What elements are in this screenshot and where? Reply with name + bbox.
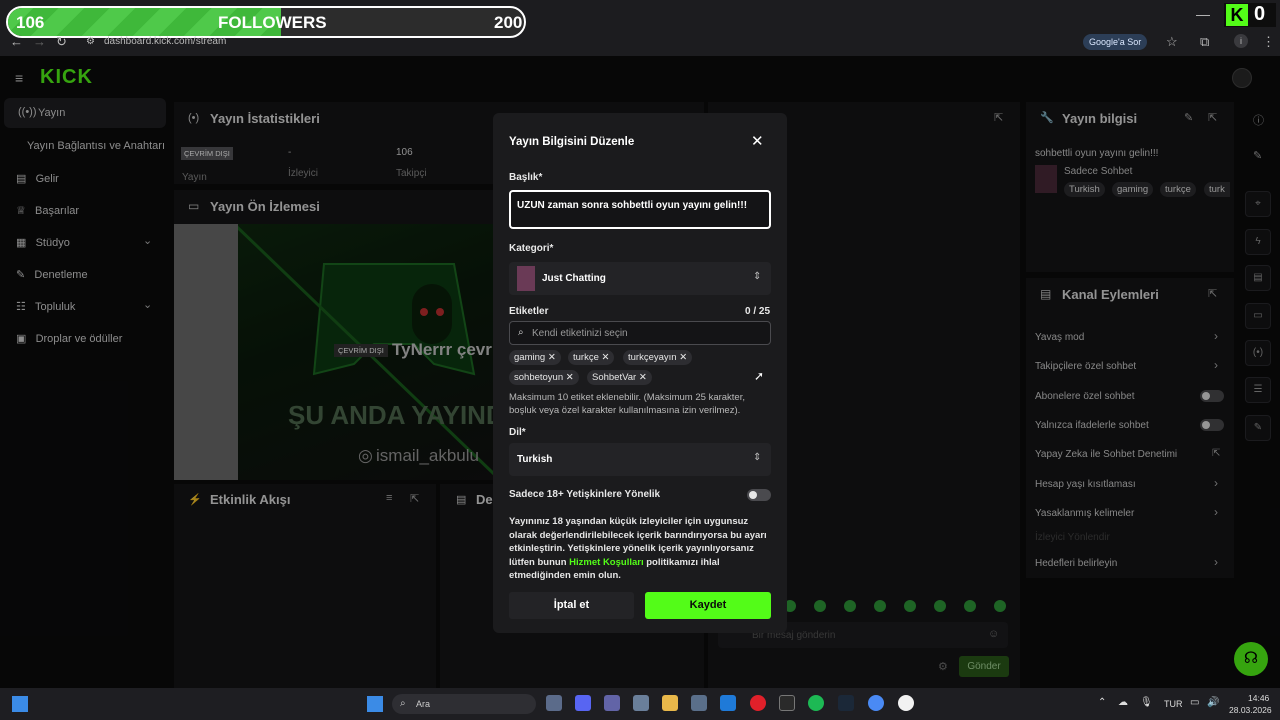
language-value: Turkish (517, 454, 553, 465)
teams-icon[interactable] (604, 695, 620, 711)
steam-icon[interactable] (838, 695, 854, 711)
adult-description: Yayınınız 18 yaşından küçük izleyiciler … (509, 515, 773, 583)
reload-icon[interactable]: ↻ (56, 34, 67, 50)
search-icon: ⌕ (518, 327, 524, 338)
taskbar-search[interactable]: ⌕ Ara (392, 694, 536, 714)
cancel-label: İptal et (553, 599, 590, 611)
task-view-icon[interactable] (546, 695, 562, 711)
chrome-icon[interactable] (868, 695, 884, 711)
category-field-label: Kategori* (509, 243, 554, 254)
tag-chip[interactable]: SohbetVar ✕ (587, 370, 652, 385)
mouse-cursor-icon: ➚ (754, 369, 765, 383)
bookmark-star-icon[interactable]: ☆ (1166, 34, 1178, 50)
updown-chevron-icon: ⇕ (753, 271, 762, 282)
discord-icon[interactable] (575, 695, 591, 711)
minimize-icon[interactable]: — (1196, 6, 1210, 22)
mail-icon[interactable] (720, 695, 736, 711)
windows-start-icon[interactable] (12, 696, 28, 712)
menu-dots-icon[interactable]: ⋮ (1262, 34, 1275, 50)
microphone-icon[interactable]: 🎙 (1140, 697, 1153, 708)
save-button[interactable]: Kaydet (645, 592, 771, 619)
network-icon[interactable]: ▭ (1190, 697, 1199, 708)
tag-chip[interactable]: gaming ✕ (509, 350, 561, 365)
tags-placeholder: Kendi etiketinizi seçin (532, 328, 628, 339)
extensions-icon[interactable]: ⧉ (1200, 34, 1209, 50)
cancel-button[interactable]: İptal et (509, 592, 634, 619)
tag-chip[interactable]: sohbetoyun ✕ (509, 370, 579, 385)
back-icon[interactable]: ← (10, 34, 23, 49)
site-info-icon[interactable]: ⚙ (86, 36, 95, 47)
category-select[interactable]: Just Chatting ⇕ (509, 262, 771, 295)
adult-toggle[interactable] (747, 489, 771, 501)
close-icon[interactable]: ✕ (751, 132, 764, 150)
adult-label: Sadece 18+ Yetişkinlere Yönelik (509, 489, 661, 500)
epic-games-icon[interactable] (779, 695, 795, 711)
modal-title: Yayın Bilgisini Düzenle (509, 136, 635, 148)
followers-label: FOLLOWERS (218, 13, 327, 32)
clock-date[interactable]: 28.03.2026 (1229, 705, 1272, 715)
volume-icon[interactable]: 🔊 (1207, 697, 1219, 708)
tags-hint: Maksimum 10 etiket eklenebilir. (Maksimu… (509, 392, 745, 416)
remove-tag-icon[interactable]: ✕ (679, 352, 687, 363)
tag-label: turkçe (573, 352, 599, 363)
obs-icon[interactable] (898, 695, 914, 711)
save-label: Kaydet (689, 599, 727, 611)
language-indicator[interactable]: TUR (1164, 699, 1183, 709)
file-explorer-icon[interactable] (662, 695, 678, 711)
tag-chip[interactable]: turkçe ✕ (568, 350, 615, 365)
tag-label: SohbetVar (592, 372, 637, 383)
followers-goal: 200 (494, 13, 523, 32)
tags-count: 0 / 25 (745, 306, 771, 317)
cloud-icon[interactable]: ☁ (1118, 697, 1128, 708)
profile-icon[interactable]: i (1234, 34, 1248, 48)
search-icon: ⌕ (400, 698, 406, 709)
kick-k-icon: K (1226, 4, 1248, 26)
tag-label: gaming (514, 352, 546, 363)
tray-chevron-icon[interactable]: ⌃ (1098, 697, 1106, 708)
windows-start-icon[interactable] (367, 696, 383, 712)
remove-tag-icon[interactable]: ✕ (602, 352, 610, 363)
forward-icon[interactable]: → (33, 34, 46, 49)
address-bar[interactable]: dashboard.kick.com/stream (104, 36, 226, 47)
category-thumbnail (517, 266, 535, 291)
updown-chevron-icon: ⇕ (753, 452, 762, 463)
opera-icon[interactable] (750, 695, 766, 711)
terms-link[interactable]: Hizmet Koşulları (569, 557, 643, 568)
tag-label: turkçeyayın (628, 352, 677, 363)
followers-goal-bar: 106 FOLLOWERS 200 (6, 6, 526, 38)
settings-icon[interactable] (633, 695, 649, 711)
toggle-knob (749, 491, 757, 499)
google-ask-label: Google'a Sor (1089, 37, 1142, 47)
category-value: Just Chatting (542, 273, 606, 284)
kick-badge-count: 0 (1254, 3, 1266, 25)
tags-field-label: Etiketler (509, 306, 549, 317)
tag-label: sohbetoyun (514, 372, 564, 383)
google-ask-button[interactable]: Google'a Sor (1083, 34, 1148, 50)
language-select[interactable]: Turkish ⇕ (509, 443, 771, 476)
remove-tag-icon[interactable]: ✕ (548, 352, 556, 363)
clock-time[interactable]: 14:46 (1248, 693, 1269, 703)
title-field-value: UZUN zaman sonra sohbettli oyun yayını g… (517, 200, 748, 211)
title-field-label: Başlık* (509, 172, 543, 183)
tags-input[interactable]: ⌕ Kendi etiketinizi seçin (509, 321, 771, 345)
taskbar-search-label: Ara (416, 699, 431, 709)
remove-tag-icon[interactable]: ✕ (566, 372, 574, 383)
spotify-icon[interactable] (808, 695, 824, 711)
edit-stream-info-modal: Yayın Bilgisini Düzenle ✕ Başlık* UZUN z… (493, 113, 787, 633)
remove-tag-icon[interactable]: ✕ (639, 372, 647, 383)
tag-chip[interactable]: turkçeyayın ✕ (623, 350, 693, 365)
store-icon[interactable] (691, 695, 707, 711)
language-field-label: Dil* (509, 427, 526, 438)
kick-follower-badge: K 0 (1224, 3, 1276, 27)
title-field[interactable]: UZUN zaman sonra sohbettli oyun yayını g… (509, 190, 771, 229)
followers-current: 106 (16, 13, 45, 32)
